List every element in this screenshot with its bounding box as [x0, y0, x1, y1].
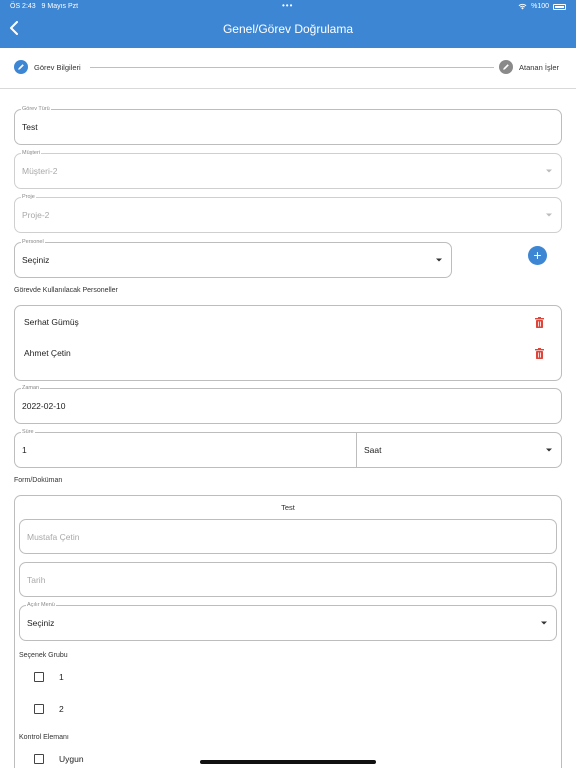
- proje-select: Proje Proje-2: [14, 194, 562, 233]
- sure-label: Süre: [21, 429, 35, 436]
- form-text-input-1[interactable]: Mustafa Çetin: [19, 519, 557, 554]
- sure-value: 1: [22, 445, 27, 455]
- step-gorev-bilgileri[interactable]: [14, 60, 28, 74]
- sure-unit-value: Saat: [364, 445, 382, 455]
- step-label-atanan-isler: Atanan İşler: [519, 63, 560, 72]
- proje-value: Proje-2: [22, 210, 50, 220]
- page-title: Genel/Görev Doğrulama: [222, 22, 354, 36]
- zaman-field[interactable]: Zaman 2022-02-10: [14, 385, 562, 424]
- personnel-name: Serhat Gümüş: [24, 317, 79, 327]
- chevron-down-icon: [541, 621, 547, 625]
- personnel-name: Ahmet Çetin: [24, 348, 71, 358]
- status-right: %100: [518, 3, 566, 10]
- zaman-value: 2022-02-10: [22, 401, 66, 411]
- status-time: ÖS 2:43: [10, 3, 36, 10]
- chevron-down-icon: [546, 169, 552, 173]
- form-text-input-1-placeholder: Mustafa Çetin: [27, 531, 80, 542]
- step-atanan-isler[interactable]: [499, 60, 513, 74]
- wifi-icon: [518, 3, 527, 10]
- personel-select[interactable]: Personel Seçiniz: [14, 239, 452, 278]
- stepper: Görev Bilgileri Atanan İşler: [0, 56, 576, 80]
- battery-percent: %100: [531, 3, 549, 10]
- option-checkbox-2[interactable]: [34, 704, 44, 714]
- control-checkbox-uygun[interactable]: [34, 754, 44, 764]
- musteri-value: Müşteri-2: [22, 166, 58, 176]
- step-label-gorev-bilgileri: Görev Bilgileri: [34, 63, 81, 72]
- control-group-title: Kontrol Elemanı: [19, 734, 69, 741]
- trash-icon[interactable]: [535, 348, 544, 359]
- pencil-icon: [18, 64, 24, 70]
- gorev-turu-label: Görev Türü: [21, 106, 51, 113]
- musteri-select: Müşteri Müşteri-2: [14, 150, 562, 189]
- gorev-turu-field[interactable]: Görev Türü Test: [14, 106, 562, 145]
- add-personnel-button[interactable]: +: [528, 246, 547, 265]
- control-label-uygun: Uygun: [59, 754, 84, 764]
- form-date-input-placeholder: Tarih: [27, 574, 46, 585]
- personnel-section-title: Görevde Kullanılacak Personeller: [14, 287, 118, 294]
- status-date: 9 Mayıs Pzt: [41, 3, 79, 10]
- sure-field[interactable]: Süre 1: [14, 429, 357, 468]
- status-time-date: ÖS 2:43 9 Mayıs Pzt: [10, 3, 78, 10]
- sure-unit-select[interactable]: Saat: [356, 432, 562, 468]
- stepper-divider: [0, 88, 576, 89]
- personnel-list: Serhat Gümüş Ahmet Çetin: [14, 305, 562, 381]
- option-checkbox-1[interactable]: [34, 672, 44, 682]
- pencil-icon: [503, 64, 509, 70]
- musteri-label: Müşteri: [21, 150, 42, 157]
- proje-label: Proje: [21, 194, 36, 201]
- form-dropdown-value: Seçiniz: [27, 618, 55, 628]
- option-label-1: 1: [59, 672, 64, 682]
- chevron-down-icon: [546, 213, 552, 217]
- form-dropdown-label: Açılır Menü: [26, 602, 56, 609]
- app-header: ÖS 2:43 9 Mayıs Pzt ••• %100 Genel/Görev…: [0, 0, 576, 48]
- option-label-2: 2: [59, 704, 64, 714]
- zaman-label: Zaman: [21, 385, 41, 392]
- multitask-dots[interactable]: •••: [282, 1, 293, 10]
- trash-icon[interactable]: [535, 317, 544, 328]
- chevron-down-icon: [546, 448, 552, 452]
- personel-value: Seçiniz: [22, 255, 50, 265]
- form-date-input[interactable]: Tarih: [19, 562, 557, 597]
- plus-icon: +: [533, 247, 542, 263]
- form-dropdown[interactable]: Açılır Menü Seçiniz: [19, 602, 557, 641]
- step-connector: [90, 67, 494, 68]
- option-group-title: Seçenek Grubu: [19, 652, 68, 659]
- gorev-turu-value: Test: [22, 122, 38, 132]
- battery-icon: [553, 3, 566, 10]
- chevron-down-icon: [436, 258, 442, 262]
- personel-label: Personel: [21, 239, 45, 246]
- home-indicator[interactable]: [200, 760, 376, 764]
- form-section-title: Form/Doküman: [14, 477, 63, 484]
- form-name: Test: [281, 503, 295, 512]
